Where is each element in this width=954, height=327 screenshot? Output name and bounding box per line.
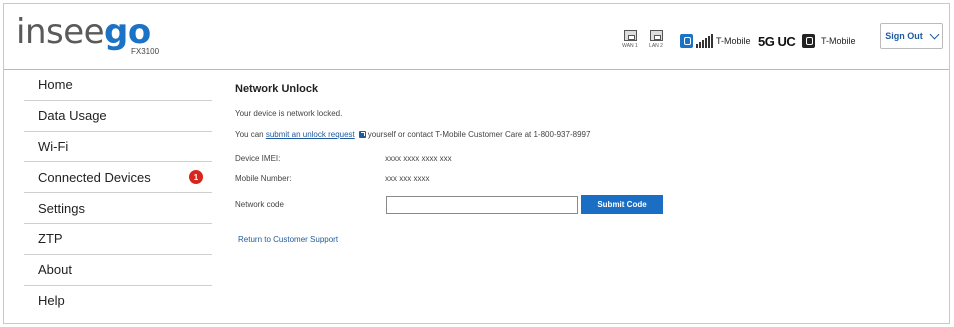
imei-value: xxxx xxxx xxxx xxx [385,154,452,163]
lan-port-indicator: LAN 2 [647,30,665,49]
logo-text-part1: insee [16,12,105,52]
signal-status: T-Mobile [680,32,751,50]
external-link-icon [358,131,366,138]
sidebar-item-label: Data Usage [38,108,107,124]
sim-icon [802,34,815,48]
sidebar-item-data-usage[interactable]: Data Usage [24,101,212,132]
carrier-name: T-Mobile [716,36,751,46]
network-code-label: Network code [235,200,284,209]
sidebar-item-label: ZTP [38,231,63,247]
sim-icon [680,34,693,48]
network-type: 5G UC [758,32,796,50]
sidebar-item-label: Settings [38,200,85,216]
app-window: inseego FX3100 WAN 1 LAN 2 T-Mobile 5G U… [3,3,950,324]
imei-label: Device IMEI: [235,154,281,163]
sidebar-item-label: Connected Devices [38,169,151,185]
signal-bars-icon [696,34,714,48]
unlock-instructions: You can submit an unlock request yourself… [235,130,590,139]
mobile-number-value: xxx xxx xxxx [385,174,430,183]
sidebar-nav: Home Data Usage Wi-Fi Connected Devices 1… [24,70,212,316]
network-code-input[interactable] [386,196,578,214]
wan-port-indicator: WAN 1 [621,30,639,49]
sidebar-item-label: Help [38,293,65,309]
lock-status-text: Your device is network locked. [235,109,343,118]
wan-port-label: WAN 1 [622,43,638,49]
submit-code-button[interactable]: Submit Code [581,195,663,214]
sidebar-item-label: Wi-Fi [38,138,69,154]
ethernet-port-icon [649,30,663,41]
inseego-logo: inseego [16,12,151,52]
secondary-sim-status: T-Mobile [802,32,856,50]
logo-text-part2: go [104,12,151,52]
device-model: FX3100 [131,47,160,56]
network-type-label: 5G UC [758,33,796,49]
sidebar-item-label: About [38,262,72,278]
unlock-suffix: yourself or contact T-Mobile Customer Ca… [367,130,591,139]
sidebar-item-label: Home [38,77,73,93]
header: inseego FX3100 WAN 1 LAN 2 T-Mobile 5G U… [4,4,949,70]
sidebar-item-connected-devices[interactable]: Connected Devices 1 [24,162,212,194]
unlock-prefix: You can [235,130,266,139]
sign-out-button[interactable]: Sign Out [880,23,943,49]
sidebar-item-home[interactable]: Home [24,70,212,101]
sidebar-item-about[interactable]: About [24,255,212,286]
sidebar-item-help[interactable]: Help [24,286,212,317]
chevron-down-icon [929,29,940,39]
sidebar-item-settings[interactable]: Settings [24,193,212,224]
notification-badge: 1 [189,170,203,185]
sidebar-item-wifi[interactable]: Wi-Fi [24,132,212,163]
ethernet-port-icon [623,30,637,41]
return-to-support-link[interactable]: Return to Customer Support [238,235,338,244]
mobile-number-label: Mobile Number: [235,174,292,183]
carrier-name-2: T-Mobile [821,36,856,46]
lan-port-label: LAN 2 [649,43,663,49]
unlock-request-link[interactable]: submit an unlock request [266,130,355,139]
sidebar-item-ztp[interactable]: ZTP [24,224,212,255]
page-title: Network Unlock [235,83,319,95]
sign-out-label: Sign Out [885,31,923,41]
